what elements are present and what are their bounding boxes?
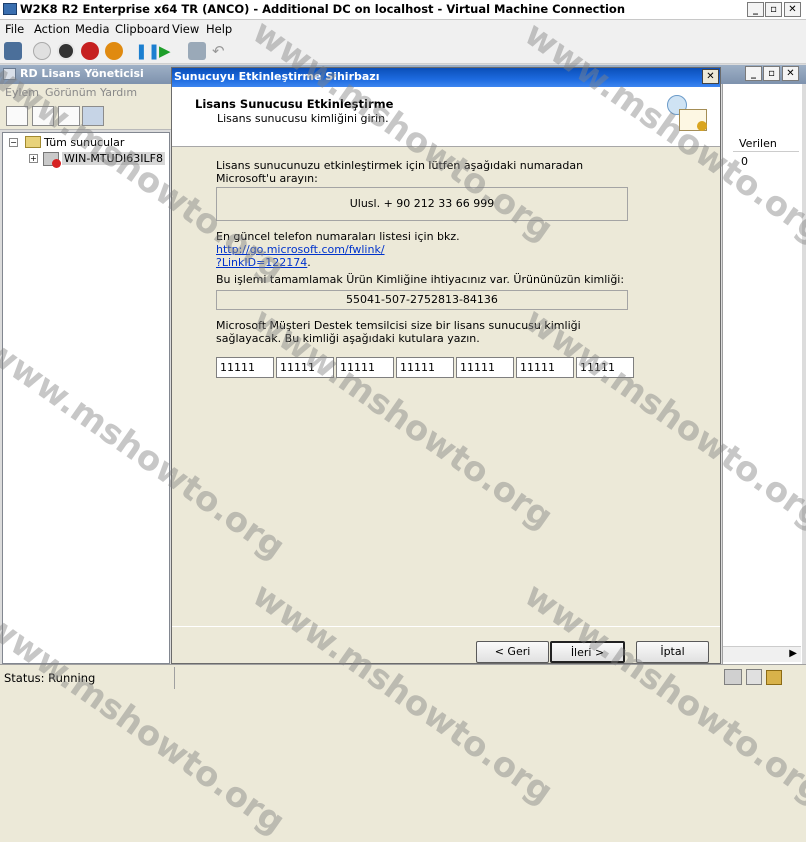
license-id-box-2[interactable] [276,357,334,378]
tree-view-icon[interactable] [6,106,28,126]
fwlink-link[interactable]: http://go.microsoft.com/fwlink/ [216,243,385,256]
license-id-box-7[interactable] [576,357,634,378]
fwlink-link-id[interactable]: ?LinkID=122174 [216,256,307,269]
list-view-icon[interactable] [32,106,54,126]
ctrl-alt-del-icon[interactable] [4,42,22,60]
wizard-subheading: Lisans sunucusu kimliğini girin. [217,112,389,125]
mmc-maximize-button[interactable]: ▫ [763,66,780,81]
keyboard-icon [724,669,742,685]
vm-menu-bar: File Action Media Clipboard View Help [0,20,806,38]
mmc-close-button[interactable]: ✕ [782,66,799,81]
menu-media[interactable]: Media [75,22,110,36]
menu-file[interactable]: File [5,22,24,36]
cancel-button[interactable]: İptal [636,641,709,663]
link-suffix: . [307,256,311,269]
lock-icon [766,670,782,685]
wizard-header: Lisans Sunucusu Etkinleştirme Lisans sun… [172,87,720,147]
turn-off-icon[interactable] [57,42,75,60]
pause-icon[interactable]: ❚❚ [135,42,160,60]
start-icon[interactable] [33,42,51,60]
tree-item-all-servers[interactable]: Tüm sunucular [44,136,124,149]
product-id-instructions: Bu işlemi tamamlamak Ürün Kimliğine ihti… [216,273,625,286]
phone-number-field: Ulusl. + 90 212 33 66 999 [216,187,628,221]
back-button[interactable]: < Geri [476,641,549,663]
report-view-icon[interactable] [82,106,104,126]
menu-gorunum[interactable]: Görünüm [45,86,96,99]
call-instructions: Lisans sunucunuzu etkinleştirmek için lü… [216,159,584,185]
license-id-box-6[interactable] [516,357,574,378]
expand-icon[interactable]: + [29,154,38,163]
vm-window-title: W2K8 R2 Enterprise x64 TR (ANCO) - Addit… [20,2,626,16]
tree-item-server[interactable]: WIN-MTUDI63ILF8 [62,152,165,165]
collapse-icon[interactable]: − [9,138,18,147]
vm-status-text: Status: Running [4,671,96,685]
column-header-issued[interactable]: Verilen [733,136,799,152]
status-bar: Status: Running [0,664,806,693]
mmc-minimize-button[interactable]: _ [745,66,762,81]
license-manager-icon [3,68,16,80]
license-id-box-5[interactable] [456,357,514,378]
license-id-box-1[interactable] [216,357,274,378]
vm-toolbar: ❚❚ ▶ ↶ [0,38,806,64]
mmc-window-title: RD Lisans Yöneticisi [20,67,144,80]
product-id: 55041-507-2752813-84136 [346,293,498,306]
mmc-toolbar [0,102,171,130]
column-header-label: Verilen [739,137,777,150]
horizontal-scrollbar[interactable]: ▶ [723,646,801,662]
menu-yardim[interactable]: Yardım [100,86,137,99]
server-error-icon [43,152,61,168]
servers-folder-icon [25,136,41,148]
phone-number: Ulusl. + 90 212 33 66 999 [349,197,495,210]
menu-help[interactable]: Help [206,22,232,36]
scroll-right-icon[interactable]: ▶ [789,648,797,659]
support-instructions: Microsoft Müşteri Destek temsilcisi size… [216,319,581,345]
issued-value: 0 [741,155,748,168]
server-tree: − Tüm sunucular + WIN-MTUDI63ILF8 [2,132,170,664]
certificate-icon [667,95,709,137]
vm-minimize-button[interactable]: _ [747,2,764,17]
shut-down-icon[interactable] [81,42,99,60]
phone-list-text: En güncel telefon numaraları listesi içi… [216,230,616,269]
next-button[interactable]: İleri > [550,641,625,663]
save-icon[interactable] [105,42,123,60]
vm-close-button[interactable]: ✕ [784,2,801,17]
wizard-heading: Lisans Sunucusu Etkinleştirme [195,97,394,111]
menu-action[interactable]: Action [34,22,70,36]
phone-list-prefix: En güncel telefon numaraları listesi içi… [216,230,460,243]
license-list-panel: Verilen 0 ▶ [722,84,802,664]
wizard-title: Sunucuyu Etkinleştirme Sihirbazı [174,70,380,83]
snapshot-icon[interactable] [188,42,206,60]
mmc-menu-bar: Eylem Görünüm Yardım [0,84,171,102]
wizard-close-button[interactable]: ✕ [702,69,719,84]
wizard-title-bar: Sunucuyu Etkinleştirme Sihirbazı ✕ [172,68,720,87]
menu-eylem[interactable]: Eylem [5,86,39,99]
vm-title-bar: W2K8 R2 Enterprise x64 TR (ANCO) - Addit… [0,0,806,20]
menu-clipboard[interactable]: Clipboard [115,22,170,36]
mouse-icon [746,669,762,685]
details-view-icon[interactable] [58,106,80,126]
license-id-box-4[interactable] [396,357,454,378]
resume-icon[interactable]: ▶ [159,42,177,60]
revert-icon[interactable]: ↶ [212,42,230,60]
menu-view[interactable]: View [172,22,199,36]
status-divider [174,667,175,689]
product-id-field: 55041-507-2752813-84136 [216,290,628,310]
vm-maximize-button[interactable]: ▫ [765,2,782,17]
footer-divider [172,626,720,627]
vm-app-icon [3,3,17,15]
license-id-box-3[interactable] [336,357,394,378]
activation-wizard-dialog: Sunucuyu Etkinleştirme Sihirbazı ✕ Lisan… [171,67,721,664]
